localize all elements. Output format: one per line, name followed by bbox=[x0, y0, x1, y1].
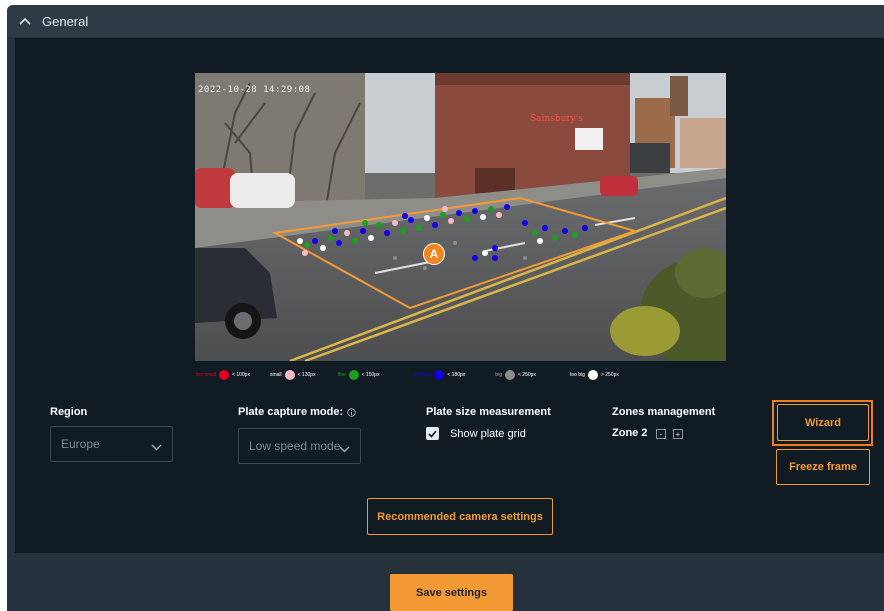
plate-capture-value: Low speed mode bbox=[249, 439, 341, 453]
chevron-down-icon bbox=[339, 442, 350, 456]
show-plate-grid-label[interactable]: Show plate grid bbox=[450, 428, 526, 440]
legend-range: < 130px bbox=[297, 372, 316, 378]
freeze-frame-button[interactable]: Freeze frame bbox=[776, 449, 870, 485]
legend-item: too small < 100px bbox=[196, 370, 250, 380]
legend-item: medium < 180px bbox=[413, 370, 466, 380]
show-plate-grid-checkbox[interactable] bbox=[426, 427, 439, 440]
plate-size-legend: too small < 100px small < 130px fine < 150px m… bbox=[196, 369, 726, 381]
settings-frame: General Sainsbury's 2022-10-28 14:29:08 … bbox=[7, 5, 884, 611]
plate-capture-label-row: Plate capture mode: bbox=[238, 406, 356, 418]
svg-text:Sainsbury's: Sainsbury's bbox=[530, 114, 583, 124]
camera-timestamp: 2022-10-28 14:29:08 bbox=[198, 85, 311, 95]
legend-dot bbox=[587, 370, 598, 380]
legend-item: fine < 150px bbox=[338, 370, 380, 380]
plate-capture-label: Plate capture mode: bbox=[238, 406, 344, 418]
legend-range: < 100px bbox=[232, 372, 250, 378]
region-value: Europe bbox=[61, 437, 100, 451]
recommended-camera-settings-button[interactable]: Recommended camera settings bbox=[367, 498, 553, 535]
legend-range: < 150px bbox=[361, 372, 380, 378]
legend-label: fine bbox=[337, 372, 346, 378]
legend-item: small < 130px bbox=[270, 370, 316, 380]
camera-preview: Sainsbury's 2022-10-28 14:29:08 A bbox=[195, 73, 726, 361]
plate-capture-select[interactable]: Low speed mode bbox=[238, 428, 361, 464]
legend-range: > 250px bbox=[600, 372, 619, 378]
legend-label: small bbox=[269, 372, 282, 378]
section-title: General bbox=[42, 13, 89, 29]
legend-label: medium bbox=[413, 372, 432, 378]
legend-item: big < 250px bbox=[495, 370, 536, 380]
zone-remove-button[interactable]: - bbox=[656, 429, 666, 439]
legend-range: < 180px bbox=[447, 372, 466, 378]
legend-dot bbox=[219, 370, 230, 380]
legend-label: too big bbox=[569, 372, 585, 378]
legend-dot bbox=[504, 370, 515, 380]
general-panel: Sainsbury's 2022-10-28 14:29:08 A too sm… bbox=[15, 38, 884, 553]
plate-size-label: Plate size measurement bbox=[426, 406, 551, 418]
legend-dot bbox=[284, 370, 295, 380]
legend-range: < 250px bbox=[517, 372, 536, 378]
camera-scene: Sainsbury's bbox=[195, 73, 726, 361]
legend-dot bbox=[348, 370, 359, 380]
legend-dot bbox=[434, 370, 445, 380]
section-header-general[interactable]: General bbox=[7, 5, 884, 37]
check-icon bbox=[428, 429, 437, 438]
info-icon[interactable] bbox=[347, 407, 356, 417]
zone-add-button[interactable]: + bbox=[673, 429, 683, 439]
wizard-button[interactable]: Wizard bbox=[777, 404, 869, 441]
zone-marker[interactable]: A bbox=[423, 243, 445, 265]
legend-item: too big > 250px bbox=[570, 370, 619, 380]
region-select[interactable]: Europe bbox=[50, 426, 173, 462]
legend-label: too small bbox=[196, 372, 217, 378]
region-label: Region bbox=[50, 406, 88, 418]
chevron-down-icon bbox=[151, 440, 162, 454]
zones-label: Zones management bbox=[612, 406, 716, 418]
zone-value: Zone 2 bbox=[612, 427, 648, 439]
chevron-up-icon[interactable] bbox=[19, 14, 33, 28]
legend-label: big bbox=[495, 372, 502, 378]
save-settings-button[interactable]: Save settings bbox=[390, 574, 513, 611]
